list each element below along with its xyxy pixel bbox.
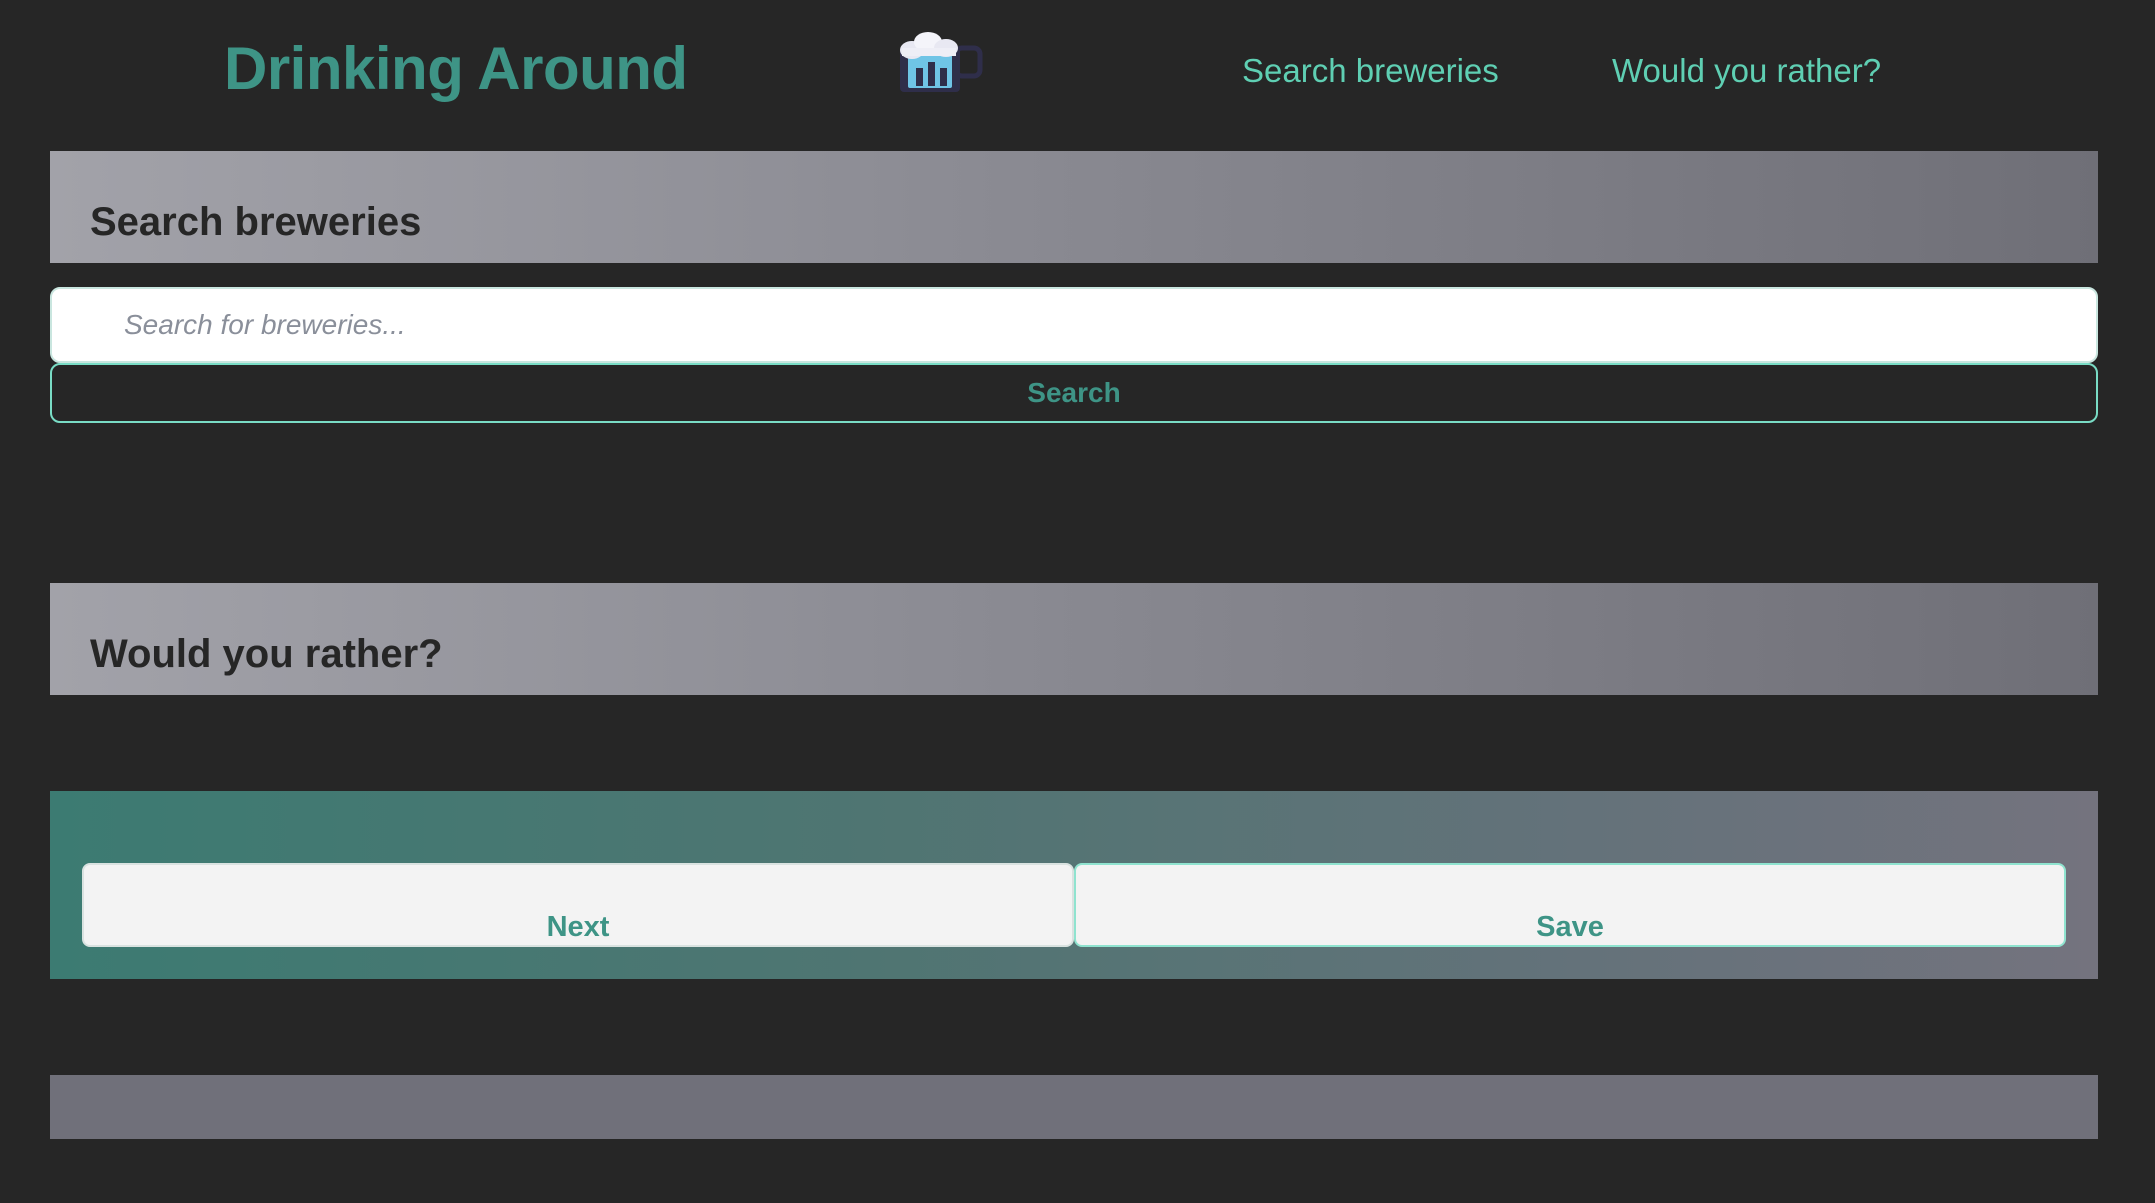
save-button[interactable]: Save (1074, 863, 2066, 947)
nav-link-would-you-rather[interactable]: Would you rather? (1612, 52, 1881, 90)
site-header: Drinking Around Search breweries Would y… (0, 0, 2155, 140)
footer-bar (50, 1075, 2098, 1139)
search-button[interactable]: Search (50, 363, 2098, 423)
would-you-rather-section-header: Would you rather? (50, 583, 2098, 695)
next-button[interactable]: Next (82, 863, 1074, 947)
would-you-rather-card: Next Save (50, 791, 2098, 979)
search-section-title: Search breweries (90, 200, 422, 244)
search-input[interactable] (50, 287, 2098, 363)
nav-link-search-breweries[interactable]: Search breweries (1242, 52, 1499, 90)
beer-mug-icon[interactable] (890, 28, 994, 96)
search-section-header: Search breweries (50, 151, 2098, 263)
brand-title[interactable]: Drinking Around (224, 34, 688, 103)
would-you-rather-title: Would you rather? (90, 632, 443, 676)
